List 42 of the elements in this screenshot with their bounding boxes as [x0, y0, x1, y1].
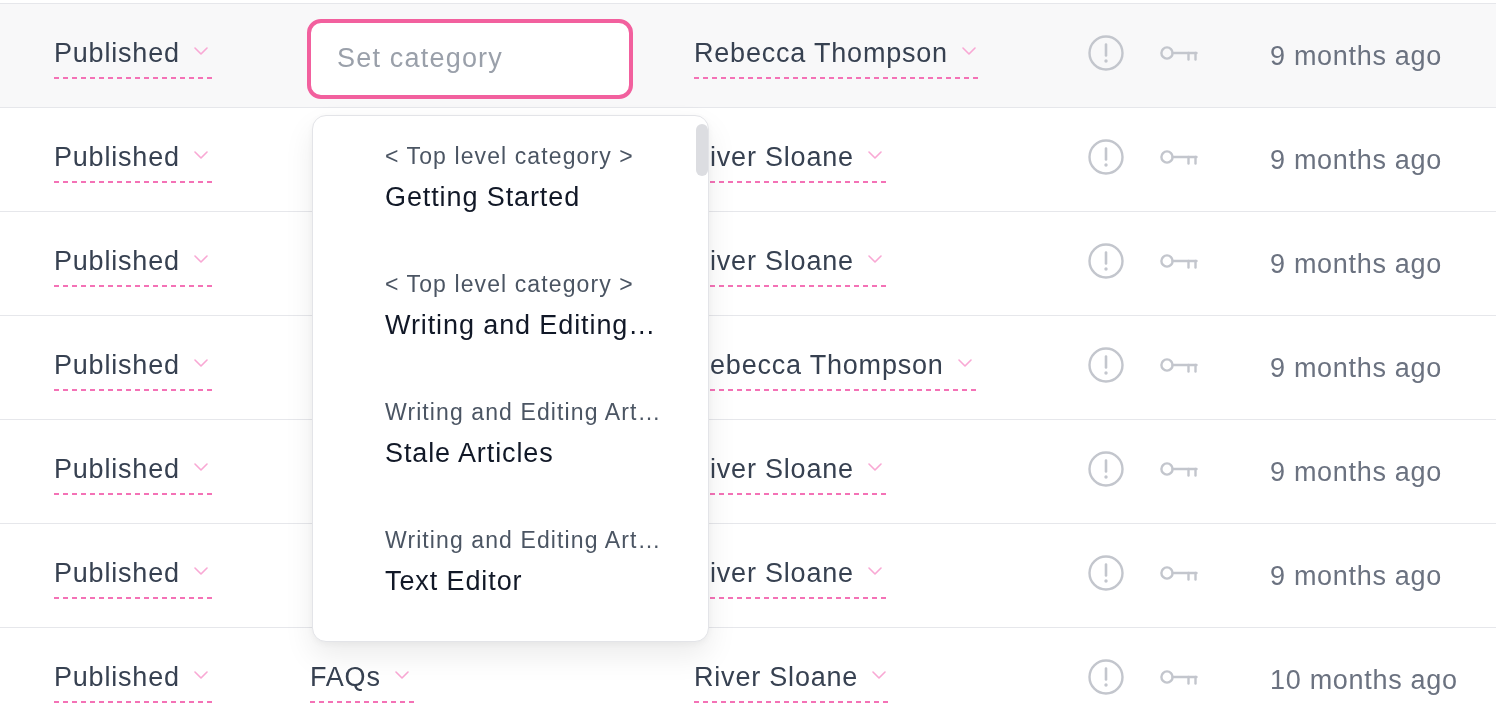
chevron-down-icon: [193, 671, 208, 679]
time-ago: 9 months ago: [1270, 144, 1442, 175]
key-icon[interactable]: [1160, 149, 1198, 166]
chevron-down-icon: [394, 671, 409, 679]
alert-icon[interactable]: [1088, 450, 1124, 487]
chevron-down-icon: [867, 255, 882, 263]
category-option[interactable]: < Top level category > Writing and Editing…: [313, 243, 708, 372]
alert-icon[interactable]: [1088, 346, 1124, 383]
category-option[interactable]: Writing and Editing Art… Text Editor: [313, 499, 708, 628]
chevron-down-icon: [193, 463, 208, 471]
time-ago: 10 months ago: [1270, 664, 1458, 695]
chevron-down-icon: [867, 151, 882, 159]
key-icon[interactable]: [1160, 461, 1198, 478]
chevron-down-icon: [872, 671, 887, 679]
alert-icon[interactable]: [1088, 658, 1124, 695]
chevron-down-icon: [193, 255, 208, 263]
alert-icon[interactable]: [1088, 138, 1124, 175]
time-ago: 9 months ago: [1270, 456, 1442, 487]
key-icon[interactable]: [1160, 565, 1198, 582]
chevron-down-icon: [867, 463, 882, 471]
category-input[interactable]: Set category: [307, 18, 633, 99]
time-ago: 9 months ago: [1270, 352, 1442, 383]
scrollbar-thumb[interactable]: [696, 123, 708, 176]
time-ago: 9 months ago: [1270, 40, 1442, 71]
chevron-down-icon: [193, 47, 208, 55]
key-icon[interactable]: [1160, 669, 1198, 686]
key-icon[interactable]: [1160, 253, 1198, 270]
category-option[interactable]: < Top level category > Getting Started: [313, 115, 708, 244]
chevron-down-icon: [193, 567, 208, 575]
key-icon[interactable]: [1160, 357, 1198, 374]
alert-icon[interactable]: [1088, 34, 1124, 71]
alert-icon[interactable]: [1088, 554, 1124, 591]
chevron-down-icon: [961, 47, 976, 55]
time-ago: 9 months ago: [1270, 248, 1442, 279]
time-ago: 9 months ago: [1270, 560, 1442, 591]
category-option[interactable]: Writing and Editing Art… Stale Articles: [313, 371, 708, 500]
chevron-down-icon: [193, 359, 208, 367]
chevron-down-icon: [193, 151, 208, 159]
chevron-down-icon: [867, 567, 882, 575]
alert-icon[interactable]: [1088, 242, 1124, 279]
chevron-down-icon: [957, 359, 972, 367]
key-icon[interactable]: [1160, 45, 1198, 62]
